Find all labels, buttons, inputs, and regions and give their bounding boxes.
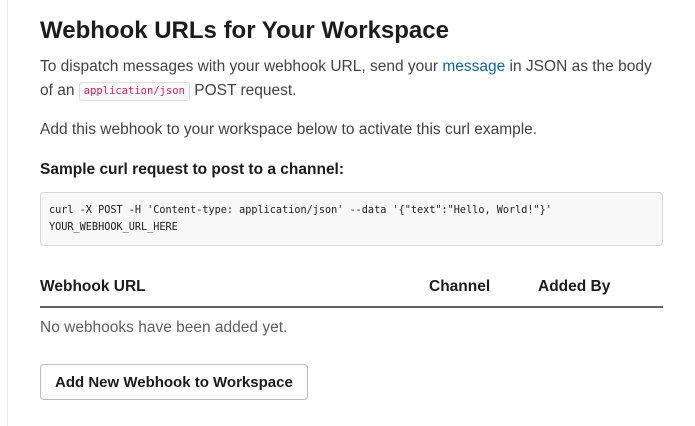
empty-webhooks-message: No webhooks have been added yet. <box>40 319 288 336</box>
content-type-code: application/json <box>78 82 190 101</box>
message-link[interactable]: message <box>442 58 505 75</box>
column-header-webhook-url: Webhook URL <box>40 278 146 295</box>
webhooks-table-header: Webhook URL Channel Added By <box>40 276 663 308</box>
add-new-webhook-button[interactable]: Add New Webhook to Workspace <box>40 364 308 400</box>
webhook-page: Webhook URLs for Your Workspace To dispa… <box>0 0 695 426</box>
column-header-added-by: Added By <box>538 278 611 295</box>
sample-curl-code-block[interactable]: curl -X POST -H 'Content-type: applicati… <box>40 192 663 246</box>
intro-text-1: To dispatch messages with your webhook U… <box>40 58 443 75</box>
page-title: Webhook URLs for Your Workspace <box>40 17 449 44</box>
intro-paragraph: To dispatch messages with your webhook U… <box>40 55 663 103</box>
sample-curl-heading: Sample curl request to post to a channel… <box>40 161 345 178</box>
column-header-channel: Channel <box>429 278 491 295</box>
activate-instructions: Add this webhook to your workspace below… <box>40 121 538 138</box>
left-divider <box>7 0 8 426</box>
intro-text-3: POST request. <box>189 82 297 99</box>
